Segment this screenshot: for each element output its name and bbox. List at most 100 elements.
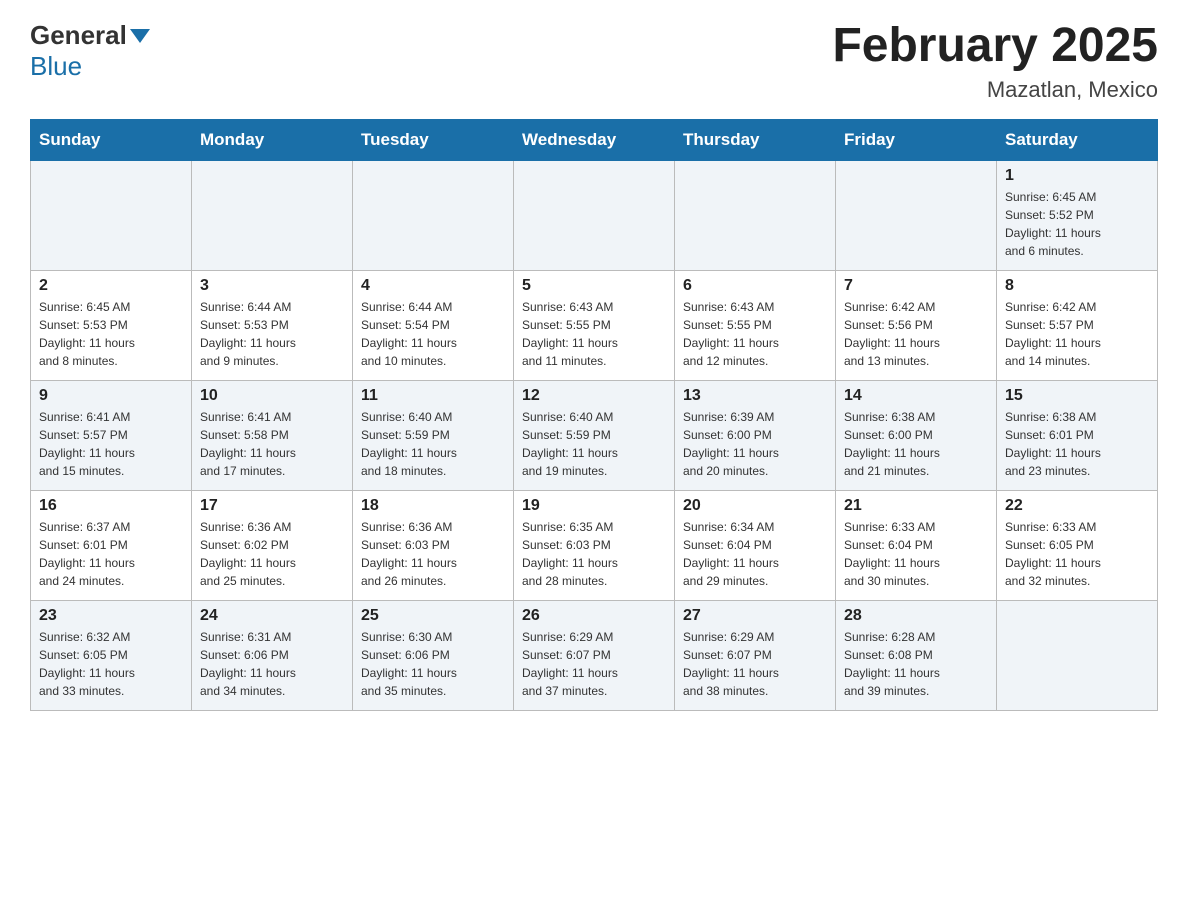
day-number: 17 [200,497,344,515]
day-info: Sunrise: 6:42 AMSunset: 5:57 PMDaylight:… [1005,298,1149,370]
calendar-week-row: 23 Sunrise: 6:32 AMSunset: 6:05 PMDayligh… [31,600,1158,710]
day-info: Sunrise: 6:43 AMSunset: 5:55 PMDaylight:… [683,298,827,370]
day-of-week-header: Tuesday [353,119,514,160]
day-number: 7 [844,277,988,295]
day-info: Sunrise: 6:40 AMSunset: 5:59 PMDaylight:… [522,408,666,480]
day-number: 10 [200,387,344,405]
calendar-cell: 28Sunrise: 6:28 AMSunset: 6:08 PMDayligh… [836,600,997,710]
calendar-cell: 7 Sunrise: 6:42 AMSunset: 5:56 PMDaylight… [836,270,997,380]
calendar-cell [192,160,353,270]
calendar-cell: 3 Sunrise: 6:44 AMSunset: 5:53 PMDaylight… [192,270,353,380]
calendar-week-row: 16 Sunrise: 6:37 AMSunset: 6:01 PMDayligh… [31,490,1158,600]
day-of-week-header: Wednesday [514,119,675,160]
location: Mazatlan, Mexico [832,77,1158,103]
calendar-cell [836,160,997,270]
day-info: Sunrise: 6:29 AMSunset: 6:07 PMDaylight:… [522,628,666,700]
day-info: Sunrise: 6:37 AMSunset: 6:01 PMDaylight:… [39,518,183,590]
day-info: Sunrise: 6:35 AMSunset: 6:03 PMDaylight:… [522,518,666,590]
day-number: 6 [683,277,827,295]
day-number: 12 [522,387,666,405]
day-info: Sunrise: 6:33 AMSunset: 6:05 PMDaylight:… [1005,518,1149,590]
day-info: Sunrise: 6:33 AMSunset: 6:04 PMDaylight:… [844,518,988,590]
day-number: 1 [1005,167,1149,185]
calendar-cell: 16 Sunrise: 6:37 AMSunset: 6:01 PMDayligh… [31,490,192,600]
day-info: Sunrise: 6:45 AMSunset: 5:52 PMDaylight:… [1005,188,1149,260]
day-number: 14 [844,387,988,405]
calendar-cell: 1 Sunrise: 6:45 AMSunset: 5:52 PMDaylight… [997,160,1158,270]
day-info: Sunrise: 6:36 AMSunset: 6:03 PMDaylight:… [361,518,505,590]
calendar-cell: 5 Sunrise: 6:43 AMSunset: 5:55 PMDaylight… [514,270,675,380]
day-info: Sunrise: 6:42 AMSunset: 5:56 PMDaylight:… [844,298,988,370]
calendar-cell [514,160,675,270]
day-info: Sunrise: 6:44 AMSunset: 5:54 PMDaylight:… [361,298,505,370]
day-number: 24 [200,607,344,625]
calendar-week-row: 1 Sunrise: 6:45 AMSunset: 5:52 PMDaylight… [31,160,1158,270]
day-info: Sunrise: 6:44 AMSunset: 5:53 PMDaylight:… [200,298,344,370]
day-number: 4 [361,277,505,295]
logo-blue-text: Blue [30,51,82,81]
day-number: 21 [844,497,988,515]
calendar-cell [353,160,514,270]
day-info: Sunrise: 6:45 AMSunset: 5:53 PMDaylight:… [39,298,183,370]
day-info: Sunrise: 6:34 AMSunset: 6:04 PMDaylight:… [683,518,827,590]
day-info: Sunrise: 6:38 AMSunset: 6:01 PMDaylight:… [1005,408,1149,480]
day-number: 11 [361,387,505,405]
day-number: 23 [39,607,183,625]
day-info: Sunrise: 6:36 AMSunset: 6:02 PMDaylight:… [200,518,344,590]
day-number: 22 [1005,497,1149,515]
calendar-week-row: 9Sunrise: 6:41 AMSunset: 5:57 PMDaylight… [31,380,1158,490]
day-info: Sunrise: 6:41 AMSunset: 5:58 PMDaylight:… [200,408,344,480]
day-info: Sunrise: 6:39 AMSunset: 6:00 PMDaylight:… [683,408,827,480]
calendar-cell [675,160,836,270]
calendar-header-row: SundayMondayTuesdayWednesdayThursdayFrid… [31,119,1158,160]
day-number: 5 [522,277,666,295]
month-title: February 2025 [832,20,1158,73]
day-number: 3 [200,277,344,295]
calendar-cell: 23 Sunrise: 6:32 AMSunset: 6:05 PMDayligh… [31,600,192,710]
logo-general-text: General [30,20,127,51]
day-info: Sunrise: 6:32 AMSunset: 6:05 PMDaylight:… [39,628,183,700]
calendar-cell: 4 Sunrise: 6:44 AMSunset: 5:54 PMDaylight… [353,270,514,380]
calendar-cell: 11 Sunrise: 6:40 AMSunset: 5:59 PMDayligh… [353,380,514,490]
day-number: 8 [1005,277,1149,295]
day-number: 20 [683,497,827,515]
calendar-cell: 22 Sunrise: 6:33 AMSunset: 6:05 PMDayligh… [997,490,1158,600]
day-info: Sunrise: 6:29 AMSunset: 6:07 PMDaylight:… [683,628,827,700]
logo: General Blue [30,20,153,82]
day-info: Sunrise: 6:40 AMSunset: 5:59 PMDaylight:… [361,408,505,480]
day-number: 28 [844,607,988,625]
calendar-cell [31,160,192,270]
day-of-week-header: Monday [192,119,353,160]
day-number: 16 [39,497,183,515]
calendar-cell: 10 Sunrise: 6:41 AMSunset: 5:58 PMDayligh… [192,380,353,490]
calendar-cell: 27Sunrise: 6:29 AMSunset: 6:07 PMDayligh… [675,600,836,710]
calendar-cell: 24 Sunrise: 6:31 AMSunset: 6:06 PMDayligh… [192,600,353,710]
page-header: General Blue February 2025 Mazatlan, Mex… [30,20,1158,103]
day-info: Sunrise: 6:43 AMSunset: 5:55 PMDaylight:… [522,298,666,370]
calendar-cell [997,600,1158,710]
day-info: Sunrise: 6:41 AMSunset: 5:57 PMDaylight:… [39,408,183,480]
day-number: 2 [39,277,183,295]
calendar-cell: 14Sunrise: 6:38 AMSunset: 6:00 PMDayligh… [836,380,997,490]
calendar-cell: 12 Sunrise: 6:40 AMSunset: 5:59 PMDayligh… [514,380,675,490]
calendar-cell: 21 Sunrise: 6:33 AMSunset: 6:04 PMDayligh… [836,490,997,600]
day-number: 13 [683,387,827,405]
calendar-cell: 6 Sunrise: 6:43 AMSunset: 5:55 PMDaylight… [675,270,836,380]
calendar-cell: 26 Sunrise: 6:29 AMSunset: 6:07 PMDayligh… [514,600,675,710]
day-info: Sunrise: 6:31 AMSunset: 6:06 PMDaylight:… [200,628,344,700]
title-area: February 2025 Mazatlan, Mexico [832,20,1158,103]
calendar-cell: 19 Sunrise: 6:35 AMSunset: 6:03 PMDayligh… [514,490,675,600]
day-number: 15 [1005,387,1149,405]
day-of-week-header: Sunday [31,119,192,160]
calendar-cell: 2 Sunrise: 6:45 AMSunset: 5:53 PMDaylight… [31,270,192,380]
calendar-cell: 13 Sunrise: 6:39 AMSunset: 6:00 PMDayligh… [675,380,836,490]
calendar-cell: 18Sunrise: 6:36 AMSunset: 6:03 PMDayligh… [353,490,514,600]
calendar-week-row: 2 Sunrise: 6:45 AMSunset: 5:53 PMDaylight… [31,270,1158,380]
day-number: 26 [522,607,666,625]
calendar-cell: 9Sunrise: 6:41 AMSunset: 5:57 PMDaylight… [31,380,192,490]
day-number: 19 [522,497,666,515]
calendar-cell: 25Sunrise: 6:30 AMSunset: 6:06 PMDayligh… [353,600,514,710]
calendar-cell: 17 Sunrise: 6:36 AMSunset: 6:02 PMDayligh… [192,490,353,600]
day-info: Sunrise: 6:30 AMSunset: 6:06 PMDaylight:… [361,628,505,700]
day-of-week-header: Saturday [997,119,1158,160]
